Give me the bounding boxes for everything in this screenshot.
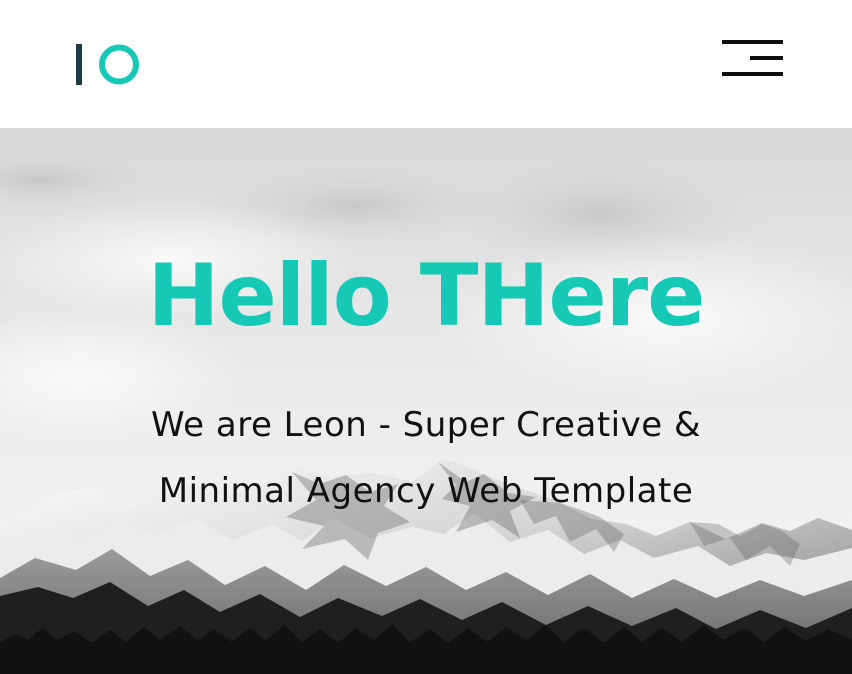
hero-title: Hello THere bbox=[147, 246, 706, 346]
hero-subtitle: We are Leon - Super Creative & Minimal A… bbox=[151, 405, 701, 511]
hamburger-menu-icon[interactable] bbox=[722, 40, 784, 78]
io-logo-icon[interactable] bbox=[74, 42, 144, 88]
hero-section: Hello THere We are Leon - Super Creative… bbox=[0, 128, 852, 674]
site-header bbox=[0, 0, 852, 128]
